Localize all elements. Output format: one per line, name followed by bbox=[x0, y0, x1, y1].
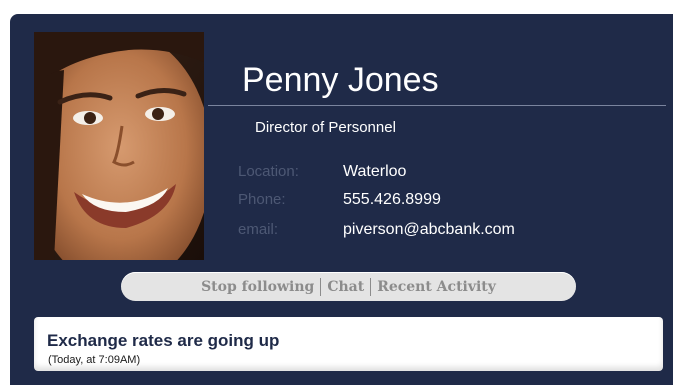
status-timestamp: (Today, at 7:09AM) bbox=[48, 354, 141, 366]
stop-following-button[interactable]: Stop following bbox=[195, 279, 320, 295]
profile-card: Penny Jones Director of Personnel Locati… bbox=[10, 14, 673, 385]
phone-label: Phone: bbox=[238, 191, 286, 208]
location-value: Waterloo bbox=[343, 163, 407, 180]
email-value: piverson@abcbank.com bbox=[343, 221, 515, 238]
chat-button[interactable]: Chat bbox=[321, 279, 370, 295]
profile-name: Penny Jones bbox=[242, 61, 439, 99]
status-update: Exchange rates are going up (Today, at 7… bbox=[34, 317, 663, 371]
phone-value: 555.426.8999 bbox=[343, 191, 441, 208]
email-label: email: bbox=[238, 221, 279, 238]
action-bar: Stop following Chat Recent Activity bbox=[121, 272, 576, 301]
location-label: Location: bbox=[238, 163, 299, 180]
name-divider bbox=[208, 105, 666, 106]
status-text: Exchange rates are going up bbox=[47, 331, 280, 350]
recent-activity-button[interactable]: Recent Activity bbox=[371, 279, 502, 295]
profile-photo bbox=[34, 32, 204, 260]
profile-title: Director of Personnel bbox=[255, 119, 396, 136]
